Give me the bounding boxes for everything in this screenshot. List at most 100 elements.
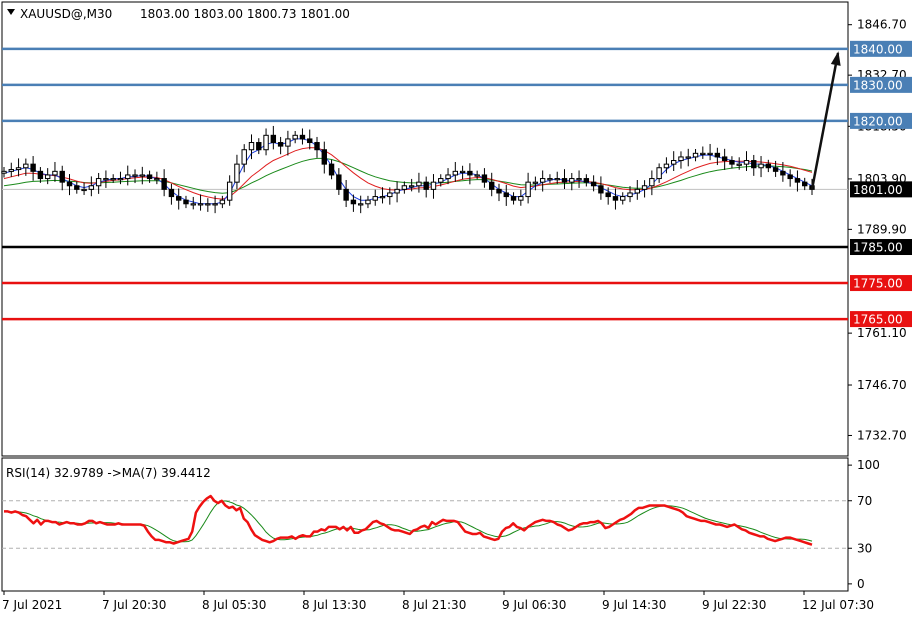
candle-body <box>183 199 189 205</box>
candle-body <box>241 149 247 165</box>
candle-body <box>459 170 466 174</box>
candle-body <box>467 170 473 176</box>
candle-body <box>379 196 386 199</box>
candle-body <box>321 149 327 165</box>
candle-body <box>802 181 808 187</box>
candle-body <box>569 178 575 183</box>
candle-body <box>539 178 546 183</box>
candle-body <box>408 185 415 188</box>
chart-canvas: 1846.701832.701818.501803.901789.901761.… <box>1 1 912 612</box>
candle-body <box>423 181 429 190</box>
candle-body <box>554 178 560 181</box>
candle-body <box>438 178 444 183</box>
symbol-label: XAUUSD@,M30 <box>20 7 112 21</box>
candle-body <box>510 196 517 201</box>
candle-body <box>226 181 233 201</box>
candle-body <box>307 138 313 144</box>
candle-body <box>649 178 655 187</box>
time-tick-label: 9 Jul 06:30 <box>502 598 566 612</box>
price-tag-1765.00: 1765.00 <box>850 311 912 328</box>
candle-body <box>146 174 153 180</box>
ohlc-values: 1803.00 1803.00 1800.73 1801.00 <box>140 7 350 21</box>
rsi-tick-label: 30 <box>857 541 872 555</box>
candle-body <box>794 178 801 183</box>
candle-body <box>656 167 662 180</box>
level-price-tags: 1840.00 1830.00 1820.00 1785.00 1775.00 1765.… <box>850 40 912 328</box>
candle-body <box>190 203 196 206</box>
candle-body <box>299 134 306 140</box>
candle-body <box>168 188 175 198</box>
candle-body <box>445 174 451 180</box>
candle-body <box>692 152 699 158</box>
candle-body <box>44 174 51 180</box>
price-tag-label: 1765.00 <box>853 313 903 327</box>
candle-body <box>110 178 116 181</box>
candle-body <box>576 178 582 181</box>
price-tag-label: 1840.00 <box>853 42 903 56</box>
candle-body <box>103 178 109 181</box>
candle-body <box>780 170 786 176</box>
candle-body <box>627 192 633 198</box>
candle-body <box>430 181 437 190</box>
rsi-tick-label: 0 <box>857 577 865 591</box>
candle-body <box>751 160 757 169</box>
candle-body <box>132 174 138 177</box>
price-tick-label: 1761.10 <box>857 326 907 340</box>
candle-body <box>561 178 568 183</box>
price-tag-1830.00: 1830.00 <box>850 76 912 93</box>
candle-body <box>328 163 335 176</box>
candle-body <box>678 156 684 162</box>
rsi-axis: 100 70 30 0 <box>848 458 880 591</box>
candle-body <box>117 178 124 181</box>
candle-body <box>583 178 590 183</box>
candle-body <box>88 185 95 190</box>
candle-body <box>598 185 604 194</box>
rsi-label: RSI(14) 32.9789 ->MA(7) 39.4412 <box>6 466 211 480</box>
time-tick-label: 8 Jul 13:30 <box>302 598 366 612</box>
candle-body <box>8 169 14 172</box>
candle-body <box>401 185 408 190</box>
candle-body <box>736 163 742 166</box>
candle-body <box>474 174 480 177</box>
time-tick-label: 12 Jul 07:30 <box>802 598 874 612</box>
candle-body <box>670 160 677 165</box>
time-tick-label: 7 Jul 2021 <box>2 598 62 612</box>
candle-body <box>161 178 167 190</box>
candle-body <box>489 181 495 190</box>
candle-body <box>707 152 713 156</box>
candle-body <box>314 142 320 151</box>
candle-body <box>37 170 44 180</box>
time-tick-label: 9 Jul 14:30 <box>602 598 666 612</box>
candle-body <box>197 203 204 206</box>
candle-body <box>270 134 277 144</box>
candle-body <box>95 178 102 187</box>
candle-body <box>30 163 36 172</box>
time-tick-label: 7 Jul 20:30 <box>102 598 166 612</box>
price-tick-label: 1732.70 <box>857 428 907 442</box>
candle-body <box>52 170 58 176</box>
candle-body <box>205 203 211 206</box>
candle-body <box>590 181 597 187</box>
price-tag-1775.00: 1775.00 <box>850 275 912 292</box>
price-tag-label: 1830.00 <box>853 78 903 92</box>
candle-body <box>219 199 226 205</box>
candle-body <box>336 174 342 190</box>
candle-body <box>81 188 87 192</box>
candle-body <box>416 181 422 187</box>
candle-body <box>15 167 22 171</box>
candle-body <box>547 178 553 181</box>
candle-body <box>176 196 182 201</box>
price-pane <box>1 1 849 457</box>
candle-body <box>605 192 611 198</box>
candle-body <box>387 192 393 198</box>
candle-body <box>518 196 524 201</box>
candle-body <box>292 134 298 140</box>
rsi-tick-label: 70 <box>857 494 872 508</box>
candle-body <box>256 142 262 151</box>
candle-body <box>372 196 378 201</box>
candle-body <box>772 167 779 172</box>
price-tag-1820.00: 1820.00 <box>850 112 912 129</box>
candle-body <box>234 163 240 183</box>
candle-body <box>350 199 357 205</box>
candle-body <box>125 174 131 180</box>
